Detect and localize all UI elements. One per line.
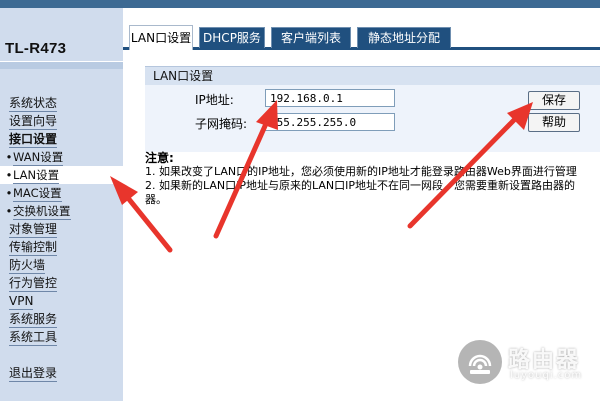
site-watermark: 路由器 luyouqi.com (458, 340, 598, 386)
notice-line-2: 2. 如果新的LAN口IP地址与原来的LAN口IP地址不在同一网段，您需要重新设… (145, 179, 576, 192)
tab-client-list[interactable]: 客户端列表 (271, 27, 351, 48)
device-model-title: TL-R473 (5, 40, 67, 57)
top-banner-strip (0, 0, 600, 8)
notice-title: 注意: (145, 151, 174, 165)
sidebar-item-setup-wizard[interactable]: 设置向导 (0, 112, 123, 130)
notice-line-1: 1. 如果改变了LAN口的IP地址，您必须使用新的IP地址才能登录路由器Web界… (145, 165, 577, 178)
router-logo-icon (458, 340, 502, 384)
sidebar-item-behavior-control[interactable]: 行为管控 (0, 274, 123, 292)
sidebar-item-vpn[interactable]: VPN (0, 292, 123, 310)
sidebar-menu: 系统状态 设置向导 接口设置 •WAN设置 •LAN设置 •MAC设置 •交换机… (0, 94, 123, 382)
sidebar-item-switch-settings[interactable]: •交换机设置 (0, 202, 123, 220)
save-button[interactable]: 保存 (528, 91, 580, 110)
subnet-mask-input[interactable] (265, 113, 395, 131)
brand-divider (0, 61, 123, 69)
sidebar-item-logout[interactable]: 退出登录 (0, 364, 123, 382)
notice-section: 注意: 1. 如果改变了LAN口的IP地址，您必须使用新的IP地址才能登录路由器… (145, 151, 600, 207)
sidebar-item-wan-settings[interactable]: •WAN设置 (0, 148, 123, 166)
notice-line-3: 器。 (145, 193, 167, 206)
sidebar-item-lan-settings[interactable]: •LAN设置 (0, 166, 123, 184)
sidebar-item-system-services[interactable]: 系统服务 (0, 310, 123, 328)
tab-static-address-assignment[interactable]: 静态地址分配 (357, 27, 451, 48)
ip-address-input[interactable] (265, 89, 395, 107)
subnet-mask-label: 子网掩码: (195, 117, 248, 131)
tab-lan-port-settings[interactable]: LAN口设置 (129, 25, 193, 50)
sidebar: TL-R473 系统状态 设置向导 接口设置 •WAN设置 •LAN设置 •MA… (0, 8, 123, 401)
sidebar-item-system-status[interactable]: 系统状态 (0, 94, 123, 112)
sidebar-item-firewall[interactable]: 防火墙 (0, 256, 123, 274)
ip-address-label: IP地址: (195, 93, 234, 107)
help-button[interactable]: 帮助 (528, 113, 580, 132)
sidebar-item-interface-settings[interactable]: 接口设置 (0, 130, 123, 148)
sidebar-item-transmission-control[interactable]: 传输控制 (0, 238, 123, 256)
lan-settings-panel: LAN口设置 IP地址: 子网掩码: 保存 帮助 (145, 66, 600, 152)
panel-title: LAN口设置 (145, 67, 600, 85)
sidebar-item-system-tools[interactable]: 系统工具 (0, 328, 123, 346)
sidebar-item-mac-settings[interactable]: •MAC设置 (0, 184, 123, 202)
watermark-text-en: luyouqi.com (510, 370, 583, 381)
sidebar-item-object-management[interactable]: 对象管理 (0, 220, 123, 238)
tab-dhcp-service[interactable]: DHCP服务 (199, 27, 265, 48)
